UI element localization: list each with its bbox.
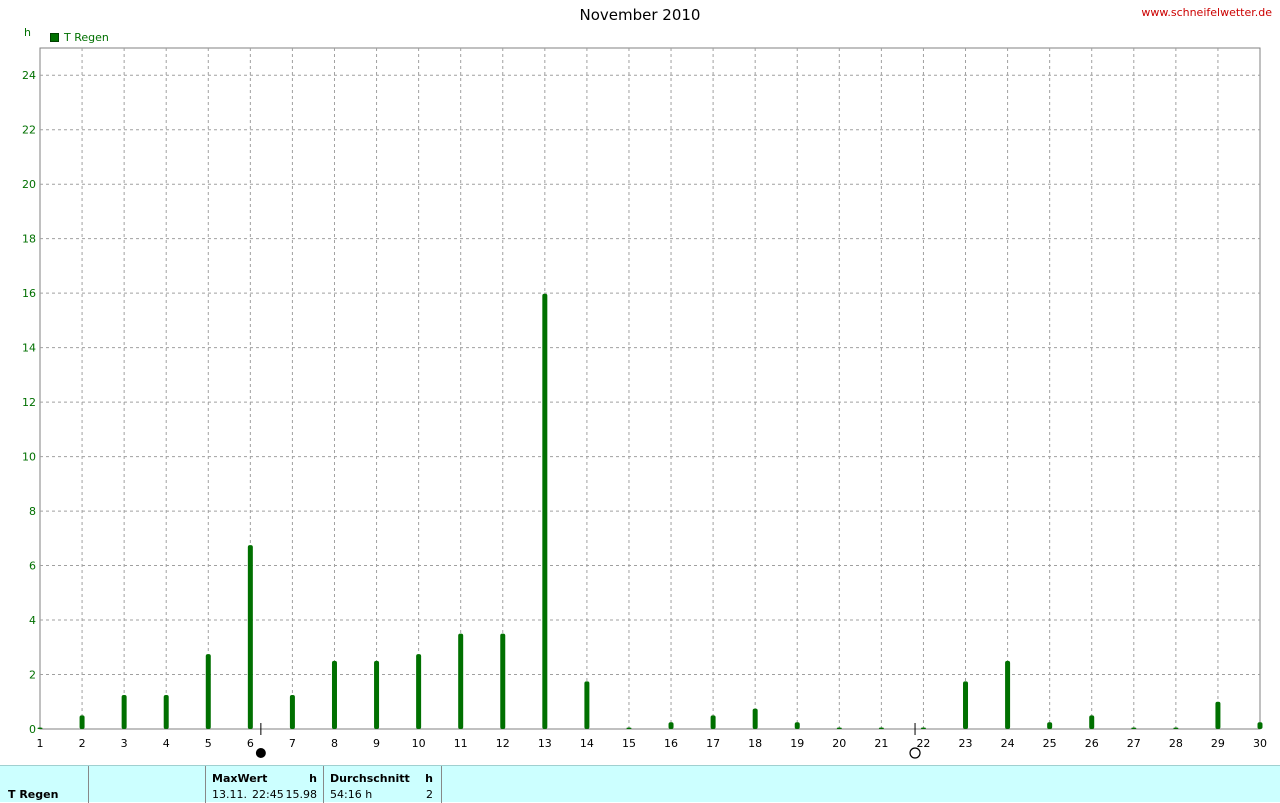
y-tick-label: 20	[22, 178, 36, 191]
bar	[1047, 722, 1053, 729]
bar	[752, 708, 758, 729]
bar	[1089, 715, 1095, 729]
bar	[542, 293, 548, 729]
avg-count: 2	[426, 788, 433, 801]
x-tick-label: 6	[247, 737, 254, 750]
x-tick-label: 21	[874, 737, 888, 750]
x-tick-label: 23	[959, 737, 973, 750]
y-tick-label: 10	[22, 451, 36, 464]
bar	[626, 727, 632, 729]
x-tick-label: 18	[748, 737, 762, 750]
bar	[584, 681, 590, 729]
bar	[878, 727, 884, 729]
bar	[500, 633, 506, 729]
footer-row-label: T Regen	[8, 788, 59, 801]
bar	[458, 633, 464, 729]
y-tick-label: 4	[29, 614, 36, 627]
bar	[374, 660, 380, 729]
x-tick-label: 8	[331, 737, 338, 750]
footer-empty-cell	[89, 766, 206, 803]
footer-label-cell: T Regen	[0, 766, 89, 803]
max-time: 22:45	[252, 788, 284, 801]
x-tick-label: 29	[1211, 737, 1225, 750]
x-tick-label: 5	[205, 737, 212, 750]
x-tick-label: 25	[1043, 737, 1057, 750]
y-tick-label: 12	[22, 396, 36, 409]
x-tick-label: 24	[1001, 737, 1015, 750]
x-tick-label: 13	[538, 737, 552, 750]
y-tick-label: 8	[29, 505, 36, 518]
x-tick-label: 9	[373, 737, 380, 750]
plot-frame	[39, 47, 1261, 730]
x-tick-label: 1	[37, 737, 44, 750]
y-tick-label: 18	[22, 233, 36, 246]
x-tick-label: 3	[121, 737, 128, 750]
bar	[205, 654, 211, 729]
x-tick-label: 19	[790, 737, 804, 750]
bar	[121, 694, 127, 729]
bar	[37, 727, 43, 729]
footer-max-cell: MaxWert h 13.11. 22:45 15.98	[206, 766, 324, 803]
bar	[331, 660, 337, 729]
bar	[1005, 660, 1011, 729]
x-tick-label: 11	[454, 737, 468, 750]
x-tick-label: 27	[1127, 737, 1141, 750]
bar	[963, 681, 969, 729]
x-tick-label: 26	[1085, 737, 1099, 750]
grid	[39, 47, 1261, 730]
y-tick-label: 16	[22, 287, 36, 300]
x-tick-label: 12	[496, 737, 510, 750]
bar	[836, 727, 842, 729]
x-tick-label: 30	[1253, 737, 1267, 750]
y-tick-label: 6	[29, 560, 36, 573]
x-tick-label: 16	[664, 737, 678, 750]
stats-footer: T Regen MaxWert h 13.11. 22:45 15.98 Dur…	[0, 765, 1280, 803]
y-tick-label: 24	[22, 69, 36, 82]
max-date: 13.11.	[212, 788, 247, 801]
y-tick-label: 0	[29, 723, 36, 736]
x-tick-label: 28	[1169, 737, 1183, 750]
max-header: MaxWert	[212, 772, 268, 785]
avg-unit: h	[425, 772, 433, 785]
chart-area: 0246810121416182022241 2 3 4 5 6 7 8 9 10 11 12 13 14…	[22, 47, 1267, 759]
x-tick-label: 22	[916, 737, 930, 750]
x-tick-label: 15	[622, 737, 636, 750]
x-tick-label: 2	[79, 737, 86, 750]
bar	[1257, 722, 1263, 729]
y-tick-label: 2	[29, 669, 36, 682]
x-tick-label: 7	[289, 737, 296, 750]
x-tick-label: 14	[580, 737, 594, 750]
x-tick-label: 10	[412, 737, 426, 750]
bar	[416, 654, 422, 729]
bar	[79, 715, 85, 729]
x-tick-label: 4	[163, 737, 170, 750]
bar	[247, 545, 253, 729]
new-moon-icon	[255, 748, 266, 758]
bar	[289, 694, 295, 729]
x-tick-label: 17	[706, 737, 720, 750]
avg-value: 54:16 h	[330, 788, 373, 801]
max-value: 15.98	[285, 788, 318, 801]
x-tick-label: 20	[832, 737, 846, 750]
max-unit: h	[309, 772, 317, 785]
avg-header: Durchschnitt	[330, 772, 410, 785]
bar	[794, 722, 800, 729]
bar	[1131, 727, 1137, 729]
full-moon-icon	[909, 747, 921, 759]
y-tick-label: 14	[22, 342, 36, 355]
footer-avg-cell: Durchschnitt h 54:16 h 2	[324, 766, 442, 803]
bar	[668, 722, 674, 729]
bar	[920, 727, 926, 729]
y-tick-label: 22	[22, 124, 36, 137]
bar	[710, 715, 716, 729]
bar	[163, 694, 169, 729]
bar	[1215, 701, 1221, 729]
bar	[1173, 727, 1179, 729]
